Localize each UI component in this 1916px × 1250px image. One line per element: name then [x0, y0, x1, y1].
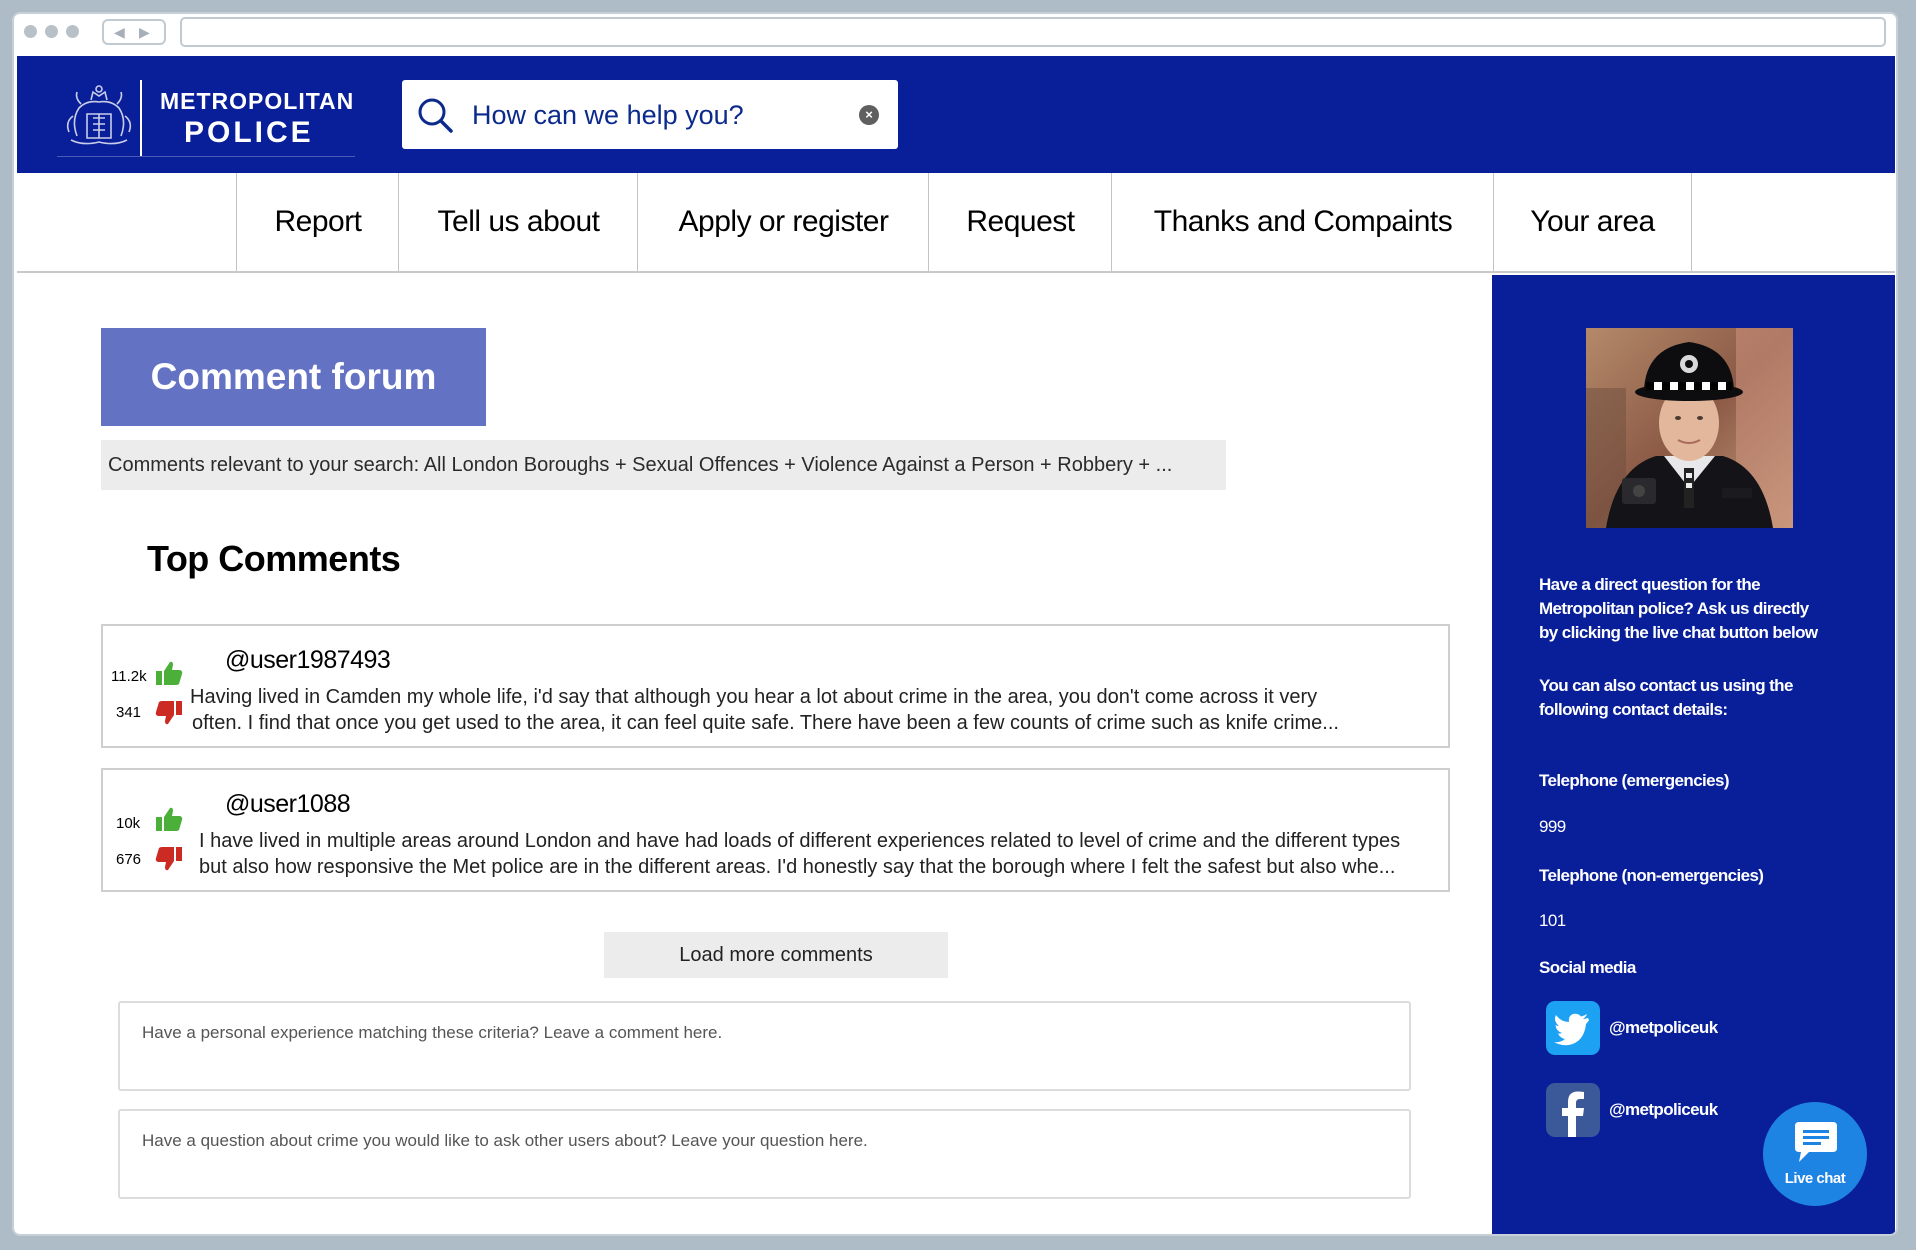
police-crest-icon	[66, 85, 132, 145]
history-buttons: ◀ ▶	[102, 19, 166, 45]
intro-line: Metropolitan police? Ask us directly	[1539, 599, 1809, 618]
page-title: Comment forum	[101, 328, 486, 426]
comment-text-line: often. I find that once you get used to …	[192, 712, 1339, 734]
live-chat-label: Live chat	[1784, 1170, 1846, 1187]
browser-chrome: ◀ ▶	[14, 14, 1896, 56]
logo-text-metropolitan: METROPOLITAN	[160, 88, 355, 114]
comment-text: I have lived in multiple areas around Lo…	[199, 828, 1449, 880]
social-media-label: Social media	[1539, 958, 1636, 977]
comment-input-box	[118, 1001, 1411, 1091]
comment-text-line: but also how responsive the Met police a…	[199, 856, 1396, 878]
like-count: 10k	[116, 815, 141, 832]
contact-line: following contact details:	[1539, 700, 1728, 719]
tab-your-area[interactable]: Your area	[1493, 173, 1692, 271]
forward-arrow-icon[interactable]: ▶	[139, 24, 150, 40]
tab-report[interactable]: Report	[236, 173, 399, 271]
like-count: 11.2k	[111, 668, 147, 685]
telephone-nonemergency-number[interactable]: 101	[1539, 909, 1566, 933]
comment-username[interactable]: @user1088	[225, 790, 351, 819]
dislike-count: 341	[116, 704, 142, 721]
met-police-logo[interactable]: METROPOLITAN POLICE	[57, 80, 355, 157]
address-bar[interactable]	[180, 17, 1886, 47]
twitter-handle[interactable]: @metpoliceuk	[1609, 1016, 1718, 1040]
logo-text-police: POLICE	[184, 116, 314, 149]
search-criteria-summary: Comments relevant to your search: All Lo…	[101, 440, 1226, 490]
telephone-emergency-number[interactable]: 999	[1539, 815, 1566, 839]
clear-icon[interactable]: ×	[859, 105, 879, 125]
window-close-dot[interactable]	[24, 25, 37, 38]
site-header: METROPOLITAN POLICE ×	[17, 56, 1895, 173]
logo-divider	[140, 80, 142, 156]
thumbs-down-icon[interactable]	[155, 700, 183, 726]
question-input-box	[118, 1109, 1411, 1199]
facebook-icon[interactable]	[1546, 1083, 1600, 1137]
contact-sidebar: Have a direct question for the Metropoli…	[1492, 275, 1895, 1234]
chat-bubble-icon	[1795, 1122, 1837, 1162]
comment-card: 10k 676 @user1088 I have lived in multip…	[101, 768, 1450, 892]
dislike-count: 676	[116, 851, 142, 868]
thumbs-up-icon[interactable]	[155, 806, 183, 832]
window-maximize-dot[interactable]	[66, 25, 79, 38]
thumbs-up-icon[interactable]	[155, 660, 183, 686]
comment-card: 11.2k 341 @user1987493 Having lived in C…	[101, 624, 1450, 748]
officer-photo	[1586, 328, 1793, 528]
main-navigation: Report Tell us about Apply or register R…	[17, 173, 1895, 273]
tab-tell-us-about[interactable]: Tell us about	[398, 173, 638, 271]
site-search-box: ×	[402, 80, 898, 149]
search-input[interactable]	[470, 97, 834, 133]
tab-thanks-and-complaints[interactable]: Thanks and Compaints	[1111, 173, 1494, 271]
comment-username[interactable]: @user1987493	[225, 646, 391, 675]
top-comments-heading: Top Comments	[147, 538, 401, 579]
contact-line: You can also contact us using the	[1539, 676, 1793, 695]
comment-text-line: I have lived in multiple areas around Lo…	[199, 830, 1401, 852]
facebook-handle[interactable]: @metpoliceuk	[1609, 1098, 1718, 1122]
browser-window: ◀ ▶ METROPOLITAN POLICE How can we help …	[12, 12, 1898, 1236]
live-chat-intro: Have a direct question for the Metropoli…	[1539, 573, 1818, 645]
telephone-emergency-label: Telephone (emergencies)	[1539, 771, 1730, 790]
comment-text: Having lived in Camden my whole life, i'…	[190, 684, 1460, 736]
intro-line: by clicking the live chat button below	[1539, 623, 1818, 642]
comment-input[interactable]	[140, 1021, 1384, 1080]
search-icon[interactable]	[415, 95, 455, 135]
load-more-button[interactable]: Load more comments	[604, 932, 948, 978]
contact-intro: You can also contact us using the follow…	[1539, 674, 1793, 722]
intro-line: Have a direct question for the	[1539, 575, 1761, 594]
comment-text-line: Having lived in Camden my whole life, i'…	[190, 686, 1318, 708]
live-chat-button[interactable]: Live chat	[1763, 1102, 1867, 1206]
telephone-nonemergency-label: Telephone (non-emergencies)	[1539, 866, 1764, 885]
twitter-icon[interactable]	[1546, 1001, 1600, 1055]
back-arrow-icon[interactable]: ◀	[114, 24, 125, 40]
tab-apply-or-register[interactable]: Apply or register	[637, 173, 929, 271]
question-input[interactable]	[140, 1129, 1384, 1188]
window-minimize-dot[interactable]	[45, 25, 58, 38]
tab-request[interactable]: Request	[928, 173, 1112, 271]
thumbs-down-icon[interactable]	[155, 846, 183, 872]
